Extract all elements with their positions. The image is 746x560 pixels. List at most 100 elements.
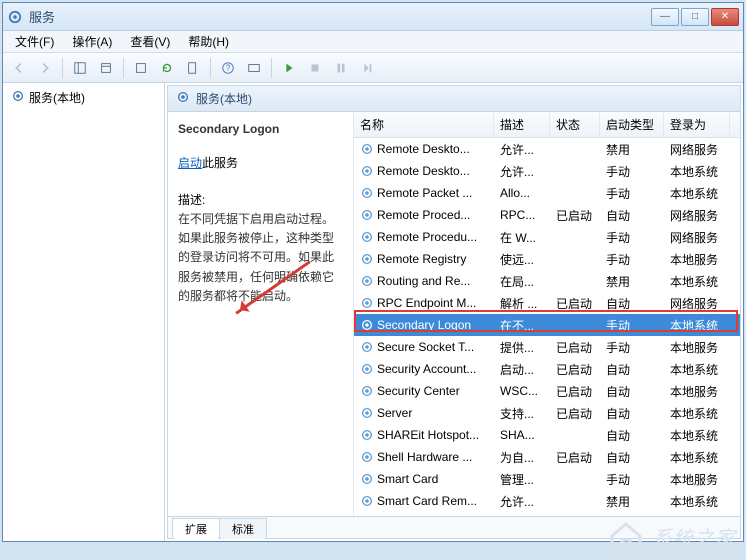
pause-service-button[interactable] xyxy=(329,56,353,80)
tab-extended[interactable]: 扩展 xyxy=(172,518,220,539)
export-button[interactable] xyxy=(129,56,153,80)
refresh-button[interactable] xyxy=(155,56,179,80)
window-title: 服务 xyxy=(29,7,651,26)
close-button[interactable]: ✕ xyxy=(711,8,739,26)
col-logon[interactable]: 登录为 xyxy=(664,112,730,137)
stop-service-button[interactable] xyxy=(303,56,327,80)
service-status xyxy=(550,431,600,439)
service-row[interactable]: Security Account...启动...已启动自动本地系统 xyxy=(354,358,740,380)
service-status xyxy=(550,189,600,197)
service-desc: Allo... xyxy=(494,182,550,204)
col-status[interactable]: 状态 xyxy=(550,112,600,137)
description-text: 在不同凭据下启用启动过程。如果此服务被停止，这种类型的登录访问将不可用。如果此服… xyxy=(178,210,343,306)
back-button[interactable] xyxy=(7,56,31,80)
service-row[interactable]: Remote Proced...RPC...已启动自动网络服务 xyxy=(354,204,740,226)
app-icon xyxy=(7,9,23,25)
service-row[interactable]: Remote Deskto...允许...手动本地系统 xyxy=(354,160,740,182)
gear-icon xyxy=(360,142,374,156)
service-name: Smart Card xyxy=(377,472,438,486)
service-name: Security Account... xyxy=(377,362,476,376)
toolbar-separator xyxy=(210,58,211,78)
service-name: Secure Socket T... xyxy=(377,340,474,354)
help-button[interactable]: ? xyxy=(216,56,240,80)
col-desc[interactable]: 描述 xyxy=(494,112,550,137)
menu-help[interactable]: 帮助(H) xyxy=(180,31,237,52)
list-header: 名称 描述 状态 启动类型 登录为 xyxy=(354,112,740,138)
service-logon: 本地系统 xyxy=(664,489,730,514)
service-row[interactable]: Remote Procedu...在 W...手动网络服务 xyxy=(354,226,740,248)
service-row[interactable]: Remote Registry使远...手动本地服务 xyxy=(354,248,740,270)
service-desc: RPC... xyxy=(494,204,550,226)
service-row[interactable]: SHAREit Hotspot...SHA...自动本地系统 xyxy=(354,424,740,446)
service-row[interactable]: Smart Card Rem...允许...禁用本地系统 xyxy=(354,490,740,512)
service-status xyxy=(550,277,600,285)
gear-icon xyxy=(360,406,374,420)
service-row[interactable]: Remote Deskto...允许...禁用网络服务 xyxy=(354,138,740,160)
gear-icon xyxy=(360,164,374,178)
services-list[interactable]: 名称 描述 状态 启动类型 登录为 Remote Deskto...允许...禁… xyxy=(354,112,740,516)
toolbar-separator xyxy=(123,58,124,78)
start-service-button[interactable] xyxy=(277,56,301,80)
menu-action[interactable]: 操作(A) xyxy=(64,31,120,52)
service-row[interactable]: Remote Packet ...Allo...手动本地系统 xyxy=(354,182,740,204)
service-name: Server xyxy=(377,406,412,420)
start-service-link[interactable]: 启动 xyxy=(178,156,202,170)
service-name: Remote Procedu... xyxy=(377,230,477,244)
gear-icon xyxy=(360,450,374,464)
connect-button[interactable] xyxy=(242,56,266,80)
tree-root-item[interactable]: 服务(本地) xyxy=(7,87,160,108)
service-status xyxy=(550,475,600,483)
service-status xyxy=(550,255,600,263)
service-row[interactable]: Shell Hardware ...为自...已启动自动本地系统 xyxy=(354,446,740,468)
toolbar-separator xyxy=(271,58,272,78)
service-status: 已启动 xyxy=(550,291,600,316)
service-desc: 允许... xyxy=(494,489,550,514)
svg-text:?: ? xyxy=(226,63,231,72)
service-name: Routing and Re... xyxy=(377,274,470,288)
service-row[interactable]: RPC Endpoint M...解析 ...已启动自动网络服务 xyxy=(354,292,740,314)
pane-header-title: 服务(本地) xyxy=(196,90,252,107)
tab-standard[interactable]: 标准 xyxy=(219,518,267,539)
gear-icon xyxy=(360,230,374,244)
service-status xyxy=(550,497,600,505)
service-row[interactable]: Smart Card管理...手动本地服务 xyxy=(354,468,740,490)
properties-button[interactable] xyxy=(94,56,118,80)
service-name: RPC Endpoint M... xyxy=(377,296,476,310)
gear-icon xyxy=(11,89,25,106)
service-row[interactable]: Server支持...已启动自动本地系统 xyxy=(354,402,740,424)
col-name[interactable]: 名称 xyxy=(354,112,494,137)
service-desc: SHA... xyxy=(494,424,550,446)
show-hide-tree-button[interactable] xyxy=(68,56,92,80)
service-row[interactable]: Secondary Logon在不...手动本地系统 xyxy=(354,314,740,336)
service-status: 已启动 xyxy=(550,401,600,426)
service-name: Remote Deskto... xyxy=(377,164,470,178)
service-row[interactable]: Security CenterWSC...已启动自动本地服务 xyxy=(354,380,740,402)
gear-icon xyxy=(360,340,374,354)
service-status xyxy=(550,167,600,175)
service-name: Remote Deskto... xyxy=(377,142,470,156)
restart-service-button[interactable] xyxy=(355,56,379,80)
menu-file[interactable]: 文件(F) xyxy=(7,31,62,52)
tree-root-label: 服务(本地) xyxy=(29,89,85,106)
service-name: SHAREit Hotspot... xyxy=(377,428,479,442)
menu-view[interactable]: 查看(V) xyxy=(122,31,178,52)
content-pane: 服务(本地) Secondary Logon 启动此服务 描述: 在不同凭据下启… xyxy=(167,85,741,539)
service-status xyxy=(550,321,600,329)
body: 服务(本地) 服务(本地) Secondary Logon 启动此服务 描述: … xyxy=(3,83,743,541)
watermark-text: 系统之家 xyxy=(652,522,736,551)
service-desc: 支持... xyxy=(494,401,550,426)
service-name: Shell Hardware ... xyxy=(377,450,472,464)
tree-pane[interactable]: 服务(本地) xyxy=(3,83,165,541)
maximize-button[interactable]: □ xyxy=(681,8,709,26)
minimize-button[interactable]: — xyxy=(651,8,679,26)
gear-icon xyxy=(360,274,374,288)
selected-service-name: Secondary Logon xyxy=(178,122,343,136)
export-list-button[interactable] xyxy=(181,56,205,80)
col-start[interactable]: 启动类型 xyxy=(600,112,664,137)
forward-button[interactable] xyxy=(33,56,57,80)
service-start: 禁用 xyxy=(600,489,664,514)
service-row[interactable]: Secure Socket T...提供...已启动手动本地服务 xyxy=(354,336,740,358)
service-name: Remote Proced... xyxy=(377,208,470,222)
titlebar[interactable]: 服务 — □ ✕ xyxy=(3,3,743,31)
service-row[interactable]: Routing and Re...在局...禁用本地系统 xyxy=(354,270,740,292)
